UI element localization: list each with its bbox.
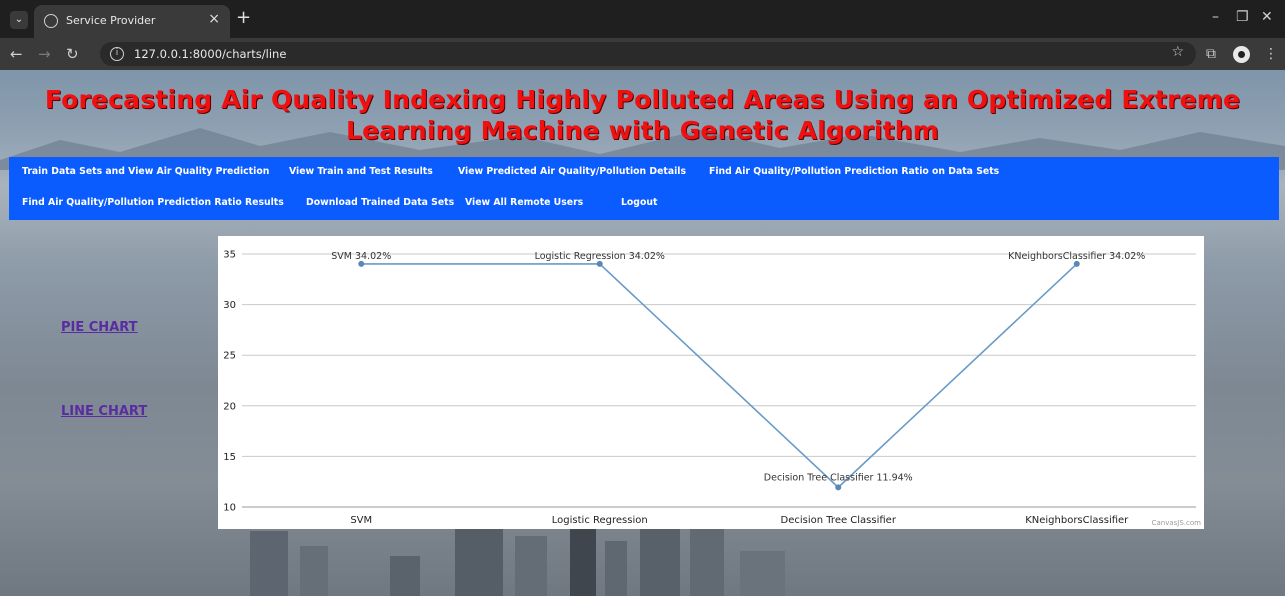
y-tick-label: 35 [223, 250, 236, 261]
nav-remote-users[interactable]: View All Remote Users [465, 193, 583, 213]
y-tick-label: 25 [223, 351, 236, 362]
data-point [835, 484, 842, 491]
line-chart: 10 15 20 25 30 35 SVM Logistic Regression Decisi… [218, 236, 1204, 529]
globe-icon [44, 14, 58, 28]
minimize-icon[interactable]: – [1212, 9, 1219, 25]
x-tick-label: Decision Tree Classifier [781, 515, 897, 526]
line-chart-link[interactable]: LINE CHART [61, 404, 147, 419]
profile-icon[interactable] [1233, 46, 1250, 63]
new-tab-icon[interactable]: + [236, 7, 251, 28]
tab-search-icon[interactable]: ⌄ [10, 11, 28, 29]
menu-kebab-icon[interactable]: ⋮ [1264, 46, 1278, 62]
data-label: Decision Tree Classifier 11.94% [764, 472, 913, 483]
y-tick-label: 30 [223, 300, 236, 311]
page-viewport: Forecasting Air Quality Indexing Highly … [0, 70, 1285, 596]
back-icon[interactable]: ← [10, 45, 23, 63]
main-nav: Train Data Sets and View Air Quality Pre… [9, 157, 1279, 220]
restore-icon[interactable]: ❐ [1236, 9, 1249, 25]
data-label: SVM 34.02% [331, 251, 391, 262]
extensions-icon[interactable]: ⧉ [1206, 46, 1216, 62]
nav-train-view-prediction[interactable]: Train Data Sets and View Air Quality Pre… [22, 162, 269, 182]
nav-ratio-results[interactable]: Find Air Quality/Pollution Prediction Ra… [22, 193, 284, 213]
series-line [361, 263, 1078, 489]
x-tick-label: SVM [350, 515, 372, 526]
pie-chart-link[interactable]: PIE CHART [61, 320, 138, 335]
url-bar[interactable]: i 127.0.0.1:8000/charts/line ☆ [100, 42, 1196, 66]
tab-title: Service Provider [66, 14, 156, 27]
browser-tab-bar: ⌄ Service Provider × + – ❐ ✕ [0, 0, 1285, 38]
close-tab-icon[interactable]: × [208, 11, 220, 27]
chart-credit[interactable]: CanvasJS.com [1152, 519, 1201, 527]
url-text: 127.0.0.1:8000/charts/line [134, 47, 287, 61]
data-label: KNeighborsClassifier 34.02% [1008, 251, 1145, 262]
browser-tab[interactable]: Service Provider × [34, 5, 230, 38]
data-label: Logistic Regression 34.02% [535, 251, 665, 262]
bookmark-star-icon[interactable]: ☆ [1171, 44, 1184, 60]
page-title: Forecasting Air Quality Indexing Highly … [44, 85, 1241, 145]
address-bar-row: ← → ↻ i 127.0.0.1:8000/charts/line ☆ ⧉ ⋮ [0, 38, 1285, 70]
nav-download-datasets[interactable]: Download Trained Data Sets [306, 193, 454, 213]
line-chart-svg: 10 15 20 25 30 35 SVM Logistic Regression Decisi… [223, 250, 1196, 526]
x-tick-label: KNeighborsClassifier [1025, 515, 1129, 526]
nav-train-test-results[interactable]: View Train and Test Results [289, 162, 433, 182]
x-tick-label: Logistic Regression [552, 515, 648, 526]
site-info-icon[interactable]: i [110, 47, 124, 61]
y-tick-label: 10 [223, 503, 236, 514]
nav-predicted-details[interactable]: View Predicted Air Quality/Pollution Det… [458, 162, 686, 182]
forward-icon[interactable]: → [38, 45, 51, 63]
nav-prediction-ratio[interactable]: Find Air Quality/Pollution Prediction Ra… [709, 162, 999, 182]
reload-icon[interactable]: ↻ [66, 45, 79, 63]
nav-logout[interactable]: Logout [621, 193, 657, 213]
close-window-icon[interactable]: ✕ [1261, 9, 1273, 25]
y-tick-label: 20 [223, 401, 236, 412]
y-tick-label: 15 [223, 452, 236, 463]
